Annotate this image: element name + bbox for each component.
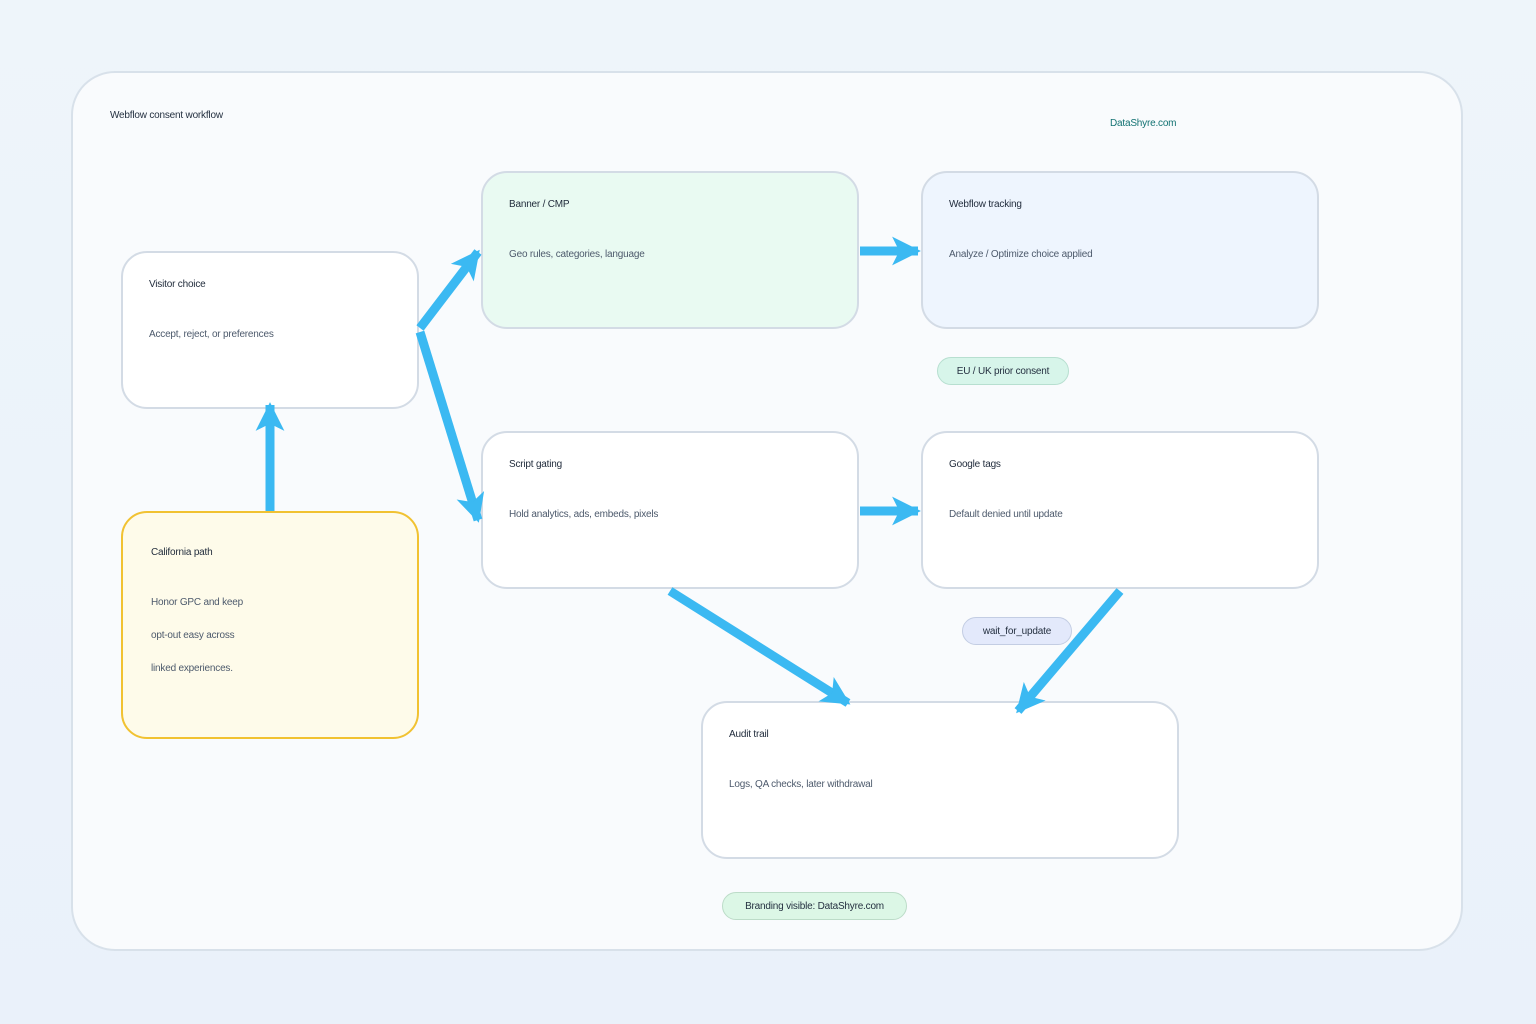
pill-eu-uk-prior-consent: EU / UK prior consent <box>937 357 1069 385</box>
node-title: California path <box>151 547 213 558</box>
node-description: Geo rules, categories, language <box>509 249 645 260</box>
node-banner-cmp[interactable]: Banner / CMP Geo rules, categories, lang… <box>481 171 859 329</box>
node-description-line-2: opt-out easy across <box>151 630 235 641</box>
node-script-gating[interactable]: Script gating Hold analytics, ads, embed… <box>481 431 859 589</box>
node-california-path[interactable]: California path Honor GPC and keep opt-o… <box>121 511 419 739</box>
node-description: Default denied until update <box>949 509 1063 520</box>
node-description: Accept, reject, or preferences <box>149 329 274 340</box>
node-title: Script gating <box>509 459 562 470</box>
node-title: Webflow tracking <box>949 199 1022 210</box>
node-google-tags[interactable]: Google tags Default denied until update <box>921 431 1319 589</box>
node-title: Audit trail <box>729 729 769 740</box>
node-description: Hold analytics, ads, embeds, pixels <box>509 509 659 520</box>
node-title: Google tags <box>949 459 1001 470</box>
pill-wait-for-update: wait_for_update <box>962 617 1072 645</box>
node-description-line-1: Honor GPC and keep <box>151 597 244 608</box>
node-description: Logs, QA checks, later withdrawal <box>729 779 873 790</box>
pill-branding-visible: Branding visible: DataShyre.com <box>722 892 907 920</box>
node-title: Banner / CMP <box>509 199 570 210</box>
node-webflow-tracking[interactable]: Webflow tracking Analyze / Optimize choi… <box>921 171 1319 329</box>
diagram-title: Webflow consent workflow <box>110 110 223 121</box>
node-description: Analyze / Optimize choice applied <box>949 249 1093 260</box>
node-visitor-choice[interactable]: Visitor choice Accept, reject, or prefer… <box>121 251 419 409</box>
node-title: Visitor choice <box>149 279 206 290</box>
node-description-line-3: linked experiences. <box>151 663 233 674</box>
brand-link[interactable]: DataShyre.com <box>1110 118 1177 129</box>
node-audit-trail[interactable]: Audit trail Logs, QA checks, later withd… <box>701 701 1179 859</box>
